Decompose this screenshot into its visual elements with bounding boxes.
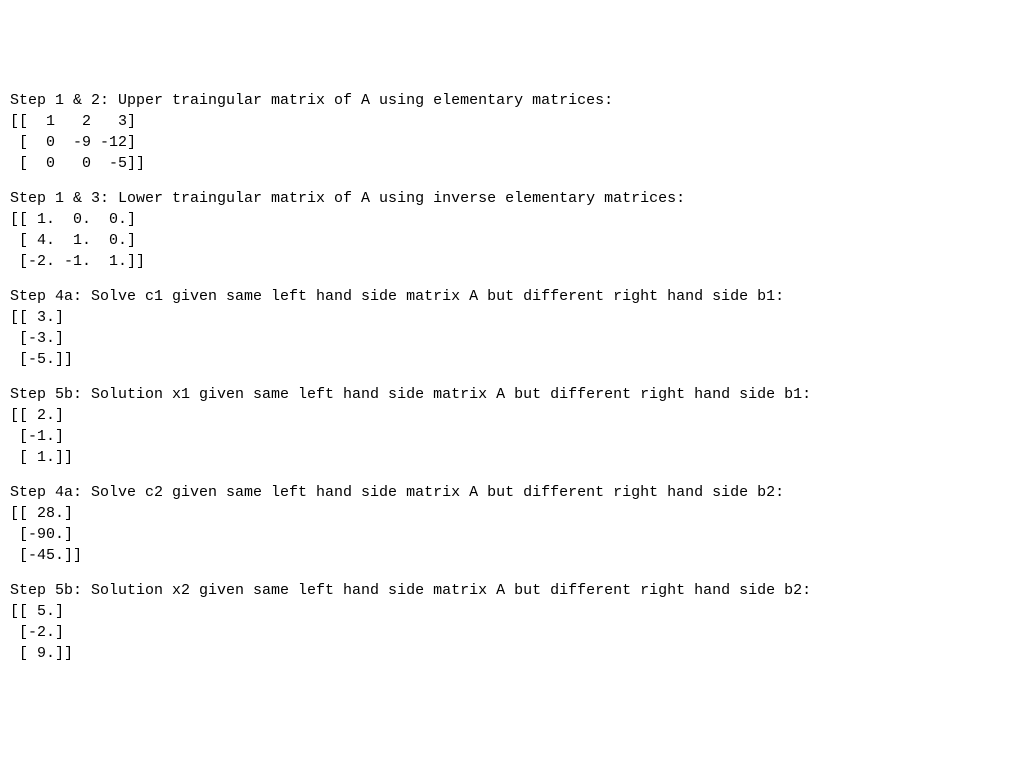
matrix-output: [[ 1. 0. 0.] [ 4. 1. 0.] [-2. -1. 1.]] — [10, 209, 1014, 272]
step-heading: Step 1 & 2: Upper traingular matrix of A… — [10, 90, 1014, 111]
step-heading: Step 4a: Solve c2 given same left hand s… — [10, 482, 1014, 503]
matrix-output: [[ 1 2 3] [ 0 -9 -12] [ 0 0 -5]] — [10, 111, 1014, 174]
matrix-output: [[ 3.] [-3.] [-5.]] — [10, 307, 1014, 370]
matrix-output: [[ 28.] [-90.] [-45.]] — [10, 503, 1014, 566]
output-block: Step 5b: Solution x1 given same left han… — [10, 384, 1014, 468]
matrix-output: [[ 2.] [-1.] [ 1.]] — [10, 405, 1014, 468]
output-block: Step 1 & 3: Lower traingular matrix of A… — [10, 188, 1014, 272]
step-heading: Step 5b: Solution x1 given same left han… — [10, 384, 1014, 405]
step-heading: Step 1 & 3: Lower traingular matrix of A… — [10, 188, 1014, 209]
output-block: Step 5b: Solution x2 given same left han… — [10, 580, 1014, 664]
matrix-output: [[ 5.] [-2.] [ 9.]] — [10, 601, 1014, 664]
step-heading: Step 4a: Solve c1 given same left hand s… — [10, 286, 1014, 307]
output-block: Step 4a: Solve c2 given same left hand s… — [10, 482, 1014, 566]
output-container: Step 1 & 2: Upper traingular matrix of A… — [10, 90, 1014, 664]
output-block: Step 4a: Solve c1 given same left hand s… — [10, 286, 1014, 370]
step-heading: Step 5b: Solution x2 given same left han… — [10, 580, 1014, 601]
output-block: Step 1 & 2: Upper traingular matrix of A… — [10, 90, 1014, 174]
